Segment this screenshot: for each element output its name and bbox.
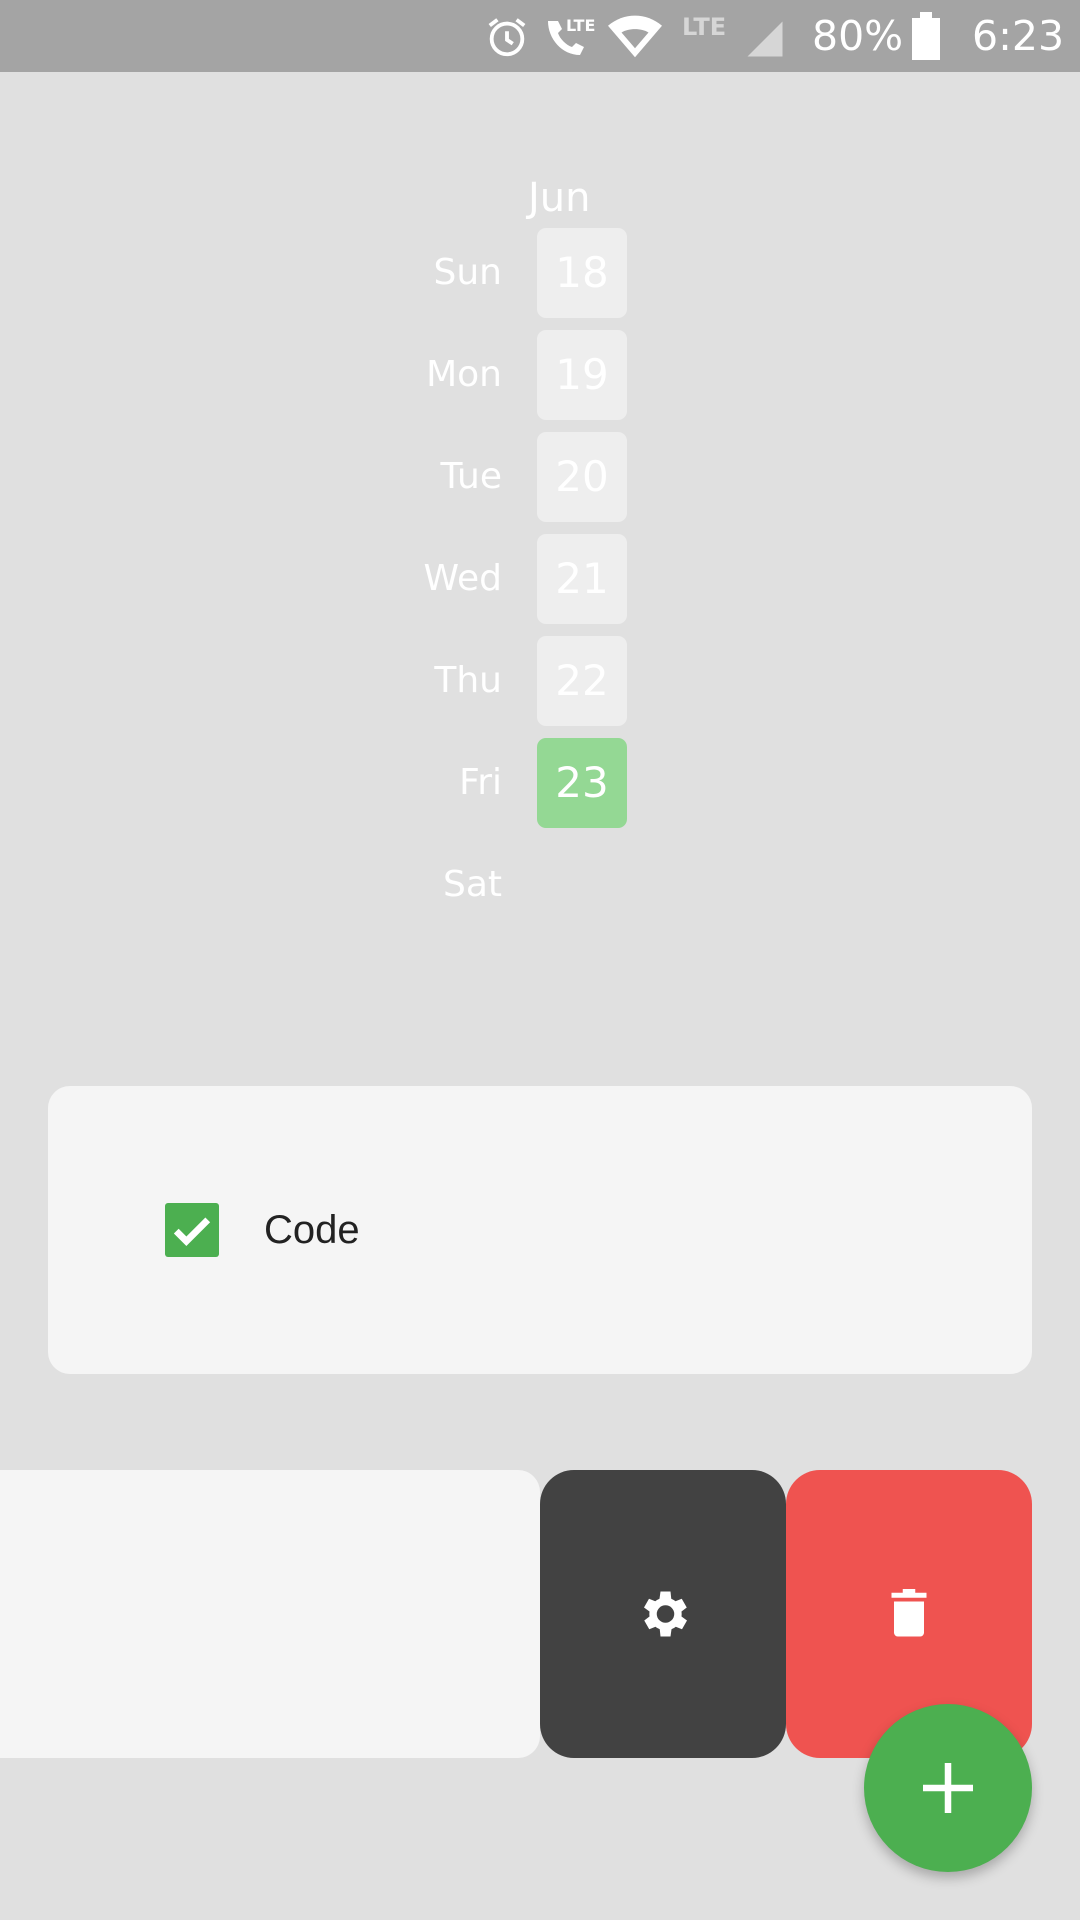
- status-time: 6:23: [972, 12, 1065, 60]
- day-date-box[interactable]: 20: [537, 432, 627, 522]
- wifi-icon: [608, 15, 662, 58]
- check-icon: [173, 1217, 211, 1247]
- day-date-box[interactable]: 21: [537, 534, 627, 624]
- add-task-button[interactable]: [864, 1704, 1032, 1872]
- signal-icon: [747, 21, 783, 57]
- swiped-task-card[interactable]: [0, 1470, 540, 1758]
- day-row-sun: Sun 18: [420, 228, 640, 318]
- trash-icon: [891, 1589, 927, 1637]
- day-row-tue: Tue 20: [420, 432, 640, 522]
- day-date-box[interactable]: 19: [537, 330, 627, 420]
- day-name: Thu: [434, 660, 502, 701]
- status-bar: LTE LTE 80% 6:23: [0, 0, 1080, 72]
- day-row-fri: Fri 23: [420, 738, 640, 828]
- plus-icon: [923, 1763, 973, 1813]
- day-date-box[interactable]: 22: [537, 636, 627, 726]
- task-card[interactable]: Code: [48, 1086, 1032, 1374]
- task-checkbox[interactable]: [165, 1203, 219, 1257]
- day-date-box[interactable]: 18: [537, 228, 627, 318]
- calendar-month: Jun: [528, 175, 591, 221]
- day-name: Mon: [426, 354, 502, 395]
- lte-call-icon: LTE: [548, 16, 595, 55]
- battery-icon: [912, 12, 940, 60]
- task-label: Code: [264, 1208, 360, 1252]
- day-row-mon: Mon 19: [420, 330, 640, 420]
- day-row-thu: Thu 22: [420, 636, 640, 726]
- settings-button[interactable]: [540, 1470, 786, 1758]
- day-name: Sat: [442, 864, 502, 905]
- svg-text:LTE: LTE: [682, 13, 726, 40]
- alarm-icon: [488, 18, 526, 57]
- svg-text:LTE: LTE: [566, 16, 595, 35]
- day-name: Wed: [423, 558, 503, 599]
- day-name: Tue: [440, 456, 503, 497]
- day-name: Sun: [433, 252, 502, 293]
- battery-percent: 80%: [812, 12, 904, 60]
- day-row-sat: Sat: [420, 840, 640, 930]
- day-name: Fri: [459, 762, 502, 803]
- day-row-wed: Wed 21: [420, 534, 640, 624]
- day-date-box[interactable]: 23: [537, 738, 627, 828]
- lte-icon: LTE: [682, 13, 726, 40]
- gear-icon: [644, 1591, 687, 1637]
